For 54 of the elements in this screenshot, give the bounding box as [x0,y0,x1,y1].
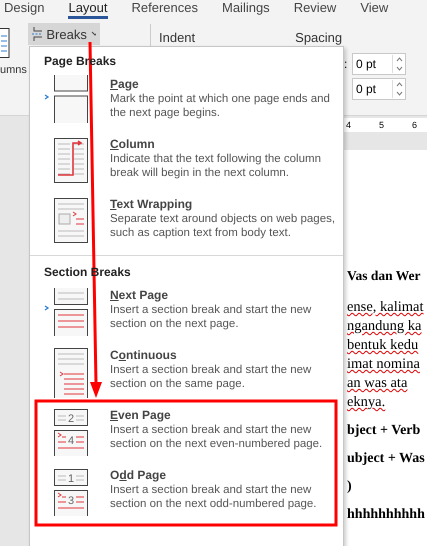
menu-item-title: Page [110,77,140,91]
menu-item-description: Indicate that the text following the column break will begin in the next column. [110,152,322,180]
ribbon-tab[interactable]: Design [4,0,44,19]
document-heading: Vas dan Wer [347,268,422,284]
menu-item-description: Separate text around objects on web pages, such as caption text from body text. [110,212,336,240]
menu-item-title: Text Wrapping [110,197,194,211]
spacing-field[interactable]: 0 pt [352,78,406,100]
menu-item-description: Insert a section break and start the new section on the same page. [110,363,312,391]
page-number-text: 4 [68,435,74,447]
menu-item-title: Column [110,137,156,151]
ruler-number: 5 [379,120,384,130]
menu-item-description: Insert a section break and start the new section on the next even-numbered page. [110,423,324,451]
ruler-number: 4 [346,120,352,130]
menu-item-description: Insert a section break and start the new section on the next odd-numbered page. [110,483,318,511]
menu-item[interactable]: Text Wrapping Separate text around objects on web pages, such as caption text from body text. [30,193,343,253]
document-text: eknya. [347,393,386,412]
document-bold-text: ) [347,478,353,496]
document-bold-text: ubject + Was [347,450,426,468]
indent-label: Indent [159,30,196,45]
document-text: imat nomina [347,355,421,374]
document-text: ngandung ka [347,317,422,336]
document-bold-text: bject + Verb [347,422,422,440]
document-text: bentuk kedu [347,336,420,355]
ruler-number: 6 [412,120,418,130]
page-number-text: 1 [68,473,74,485]
menu-item-title: Odd Page [110,468,168,482]
menu-item-description: Mark the point at which one page ends and the next page begins. [110,92,331,120]
spacing-label: Spacing [295,30,342,45]
menu-item[interactable]: Column Indicate that the text following the column break will begin in the next column. [30,133,343,193]
menu-item[interactable]: Next Page Insert a section break and start the new section on the next page. [30,284,343,344]
breaks-button[interactable]: Breaks [28,23,100,45]
menu-item-description: Insert a section break and start the new section on the next page. [110,303,312,331]
page-number-text: 3 [68,495,74,507]
ribbon-tab[interactable]: View [360,0,388,19]
columns-icon[interactable] [0,28,10,58]
menu-item[interactable]: Continuous Insert a section break and start the new section on the same page. [30,344,343,404]
ribbon-tab[interactable]: Mailings [222,0,270,19]
colon-text: : [344,57,348,71]
document-text: an was ata [347,374,408,393]
menu-item-title: Continuous [110,348,178,362]
ribbon-tab[interactable]: Review [294,0,336,19]
menu-item[interactable]: 1 3 Odd Page Insert a section break and start the new section on the next odd-numbered page. [30,464,343,524]
spacing-field[interactable]: 0 pt [352,53,406,75]
columns-label[interactable]: umns [0,64,27,76]
breaks-icon [32,26,42,42]
document-text: ense, kalimat [347,298,425,317]
document-bold-text: hhhhhhhhhh [347,506,426,524]
menu-item[interactable]: Page Mark the point at which one page ends and the next page begins. [30,73,343,133]
menu-item-title: Even Page [110,408,172,422]
menu-item[interactable]: 2 4 Even Page Insert a section break and start the new section on the next even-numbered page. [30,404,343,464]
ribbon-tab[interactable]: References [132,0,198,19]
caret-icon [90,31,96,37]
page-number-text: 2 [68,413,74,425]
menu-item-title: Next Page [110,288,170,302]
